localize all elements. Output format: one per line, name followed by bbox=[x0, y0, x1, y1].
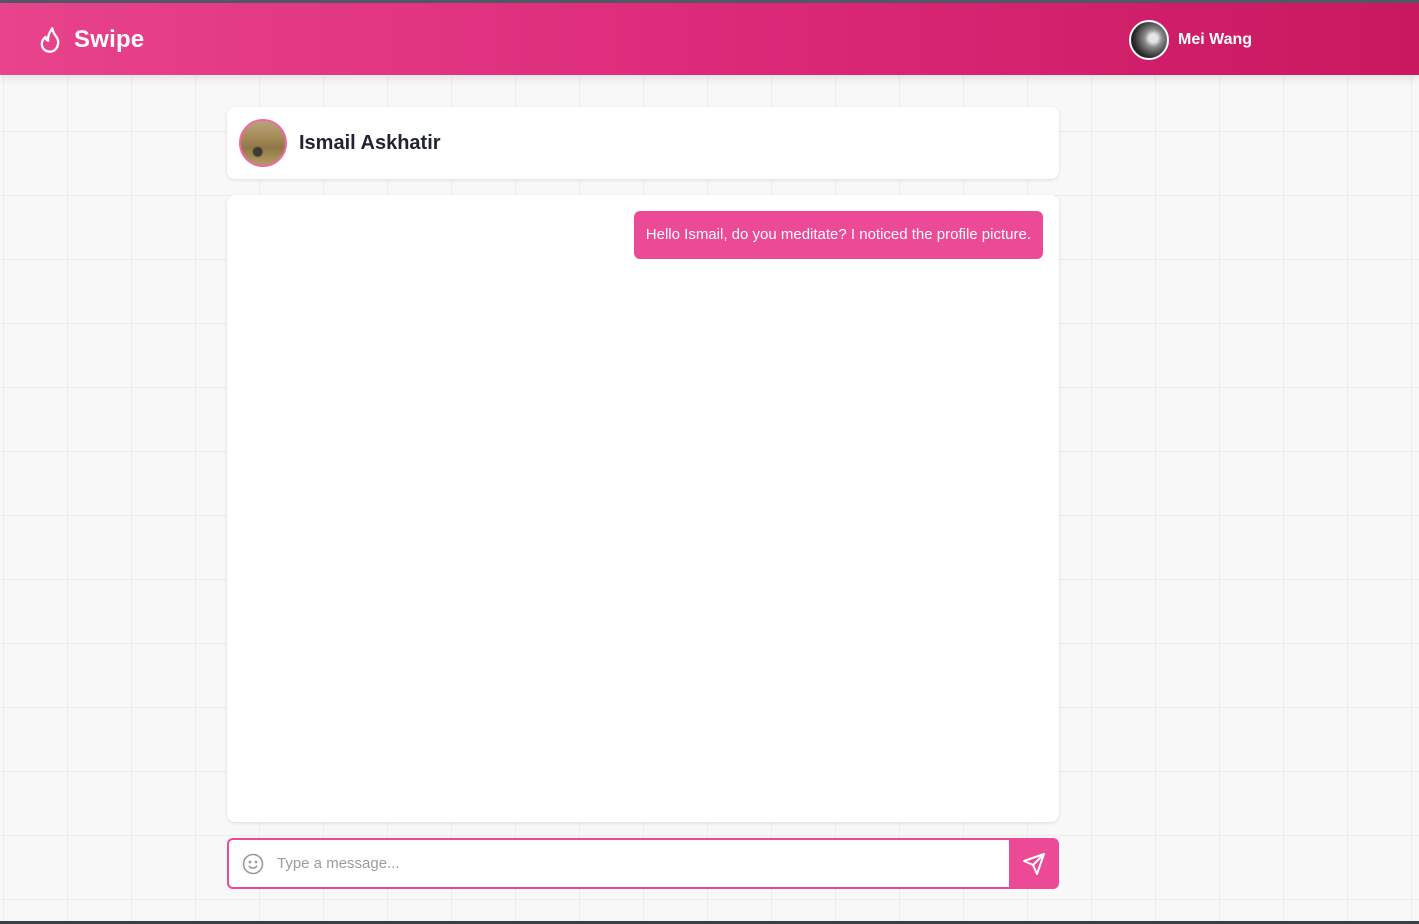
message-row: Hello Ismail, do you meditate? I noticed… bbox=[243, 211, 1043, 259]
message-input-wrapper bbox=[227, 838, 1009, 889]
message-list[interactable]: Hello Ismail, do you meditate? I noticed… bbox=[227, 195, 1059, 822]
chat-header: Ismail Askhatir bbox=[227, 107, 1059, 179]
brand-name: Swipe bbox=[74, 26, 145, 53]
flame-icon bbox=[40, 27, 60, 53]
user-avatar[interactable] bbox=[1129, 20, 1169, 60]
top-navbar: Swipe Mei Wang bbox=[0, 3, 1419, 75]
message-input[interactable] bbox=[277, 841, 1009, 886]
send-button[interactable] bbox=[1009, 838, 1059, 889]
contact-avatar[interactable] bbox=[239, 119, 287, 167]
emoji-button[interactable] bbox=[229, 840, 277, 887]
user-menu[interactable]: Mei Wang bbox=[1129, 20, 1252, 60]
send-icon bbox=[1023, 852, 1045, 875]
message-composer bbox=[227, 838, 1059, 889]
sent-message-bubble: Hello Ismail, do you meditate? I noticed… bbox=[633, 211, 1043, 259]
contact-name: Ismail Askhatir bbox=[299, 131, 441, 154]
user-name: Mei Wang bbox=[1178, 31, 1253, 48]
smiley-icon bbox=[242, 853, 264, 874]
brand-logo[interactable]: Swipe bbox=[36, 23, 144, 57]
